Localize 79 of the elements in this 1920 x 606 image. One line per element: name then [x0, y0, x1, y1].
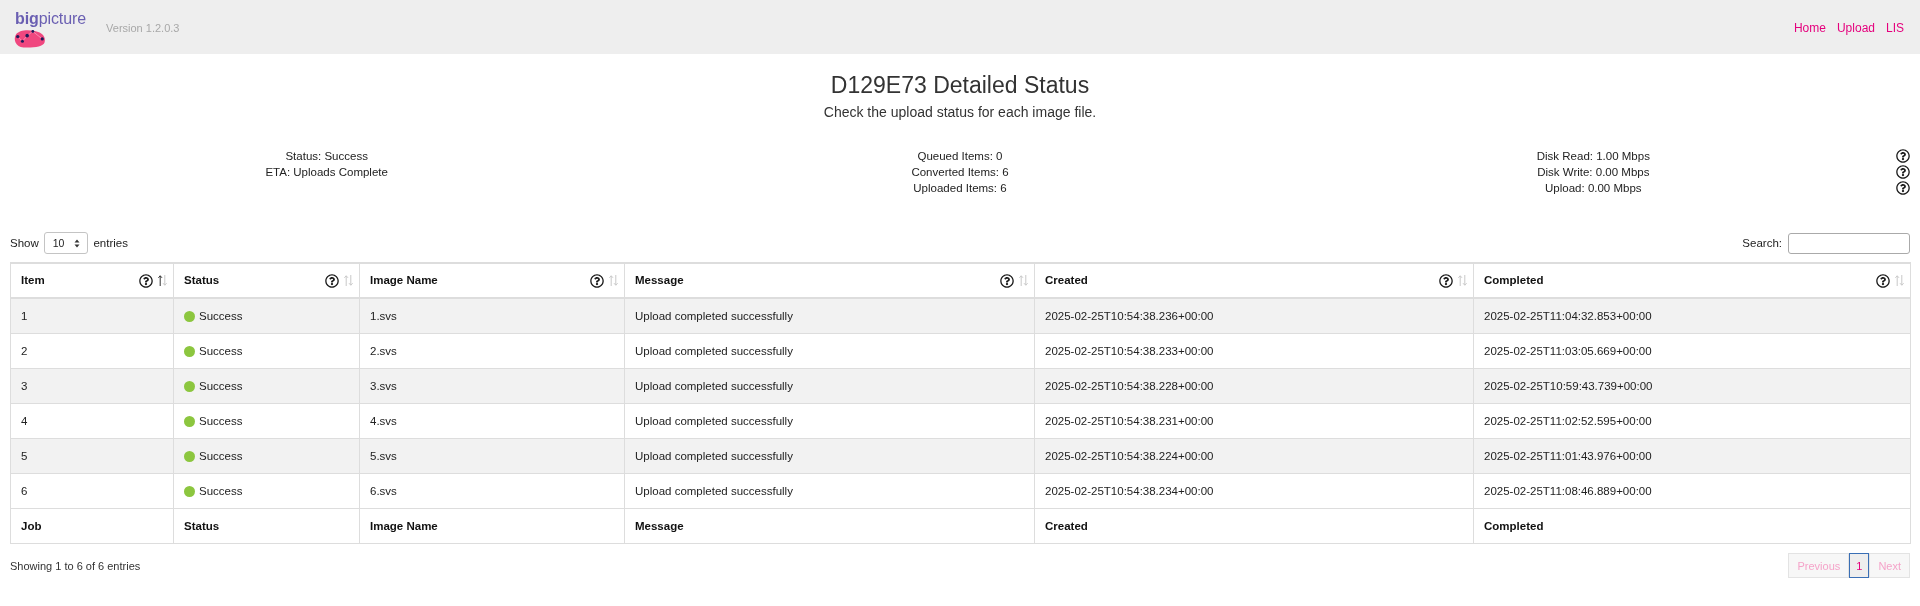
summary-text: Uploaded Items: 6: [913, 181, 1007, 196]
help-icon[interactable]: [139, 273, 153, 288]
status-label: Success: [199, 344, 243, 358]
summary-text: Upload: 0.00 Mbps: [1545, 181, 1642, 196]
help-icon[interactable]: [1000, 273, 1014, 288]
column-footer: Created: [1034, 508, 1474, 544]
column-header[interactable]: Status: [173, 263, 360, 298]
nav-link[interactable]: Home: [1793, 21, 1826, 35]
table-cell: 2025-02-25T10:54:38.233+00:00: [1034, 333, 1474, 369]
status-label: Success: [199, 379, 243, 393]
column-footer: Message: [624, 508, 1035, 544]
search-label: Search:: [1742, 237, 1782, 249]
table-cell: 5: [10, 438, 174, 474]
help-icon[interactable]: [590, 273, 604, 288]
table-cell: 2025-02-25T10:54:38.228+00:00: [1034, 368, 1474, 404]
column-header[interactable]: Message: [624, 263, 1035, 298]
summary-text: Disk Read: 1.00 Mbps: [1536, 149, 1650, 164]
nav-link[interactable]: LIS: [1886, 21, 1904, 35]
column-footer: Image Name: [359, 508, 625, 544]
status-dot-icon: [184, 310, 195, 322]
status-label: Success: [199, 449, 243, 463]
entries-label: entries: [93, 237, 128, 249]
table-cell: 5.svs: [359, 438, 625, 474]
entries-info: Showing 1 to 6 of 6 entries: [10, 559, 141, 572]
summary-text: Converted Items: 6: [911, 165, 1009, 180]
logo-icon: [13, 28, 47, 48]
entries-select[interactable]: 10: [43, 232, 89, 254]
column-footer: Status: [173, 508, 360, 544]
column-header[interactable]: Image Name: [359, 263, 625, 298]
updown-caret-icon: [74, 238, 81, 248]
status-dot-icon: [184, 345, 195, 357]
page-title: D129E73 Detailed Status: [829, 71, 1091, 100]
table-cell: 2.svs: [359, 333, 625, 369]
table-cell: Upload completed successfully: [624, 368, 1035, 404]
status-dot-icon: [184, 485, 195, 497]
summary-text: Disk Write: 0.00 Mbps: [1537, 165, 1650, 180]
column-footer: Completed: [1473, 508, 1911, 544]
table-cell: 4.svs: [359, 403, 625, 439]
help-icon[interactable]: [1439, 273, 1453, 288]
table-cell: 2025-02-25T11:02:52.595+00:00: [1473, 403, 1911, 439]
logo-text: bigpicture: [14, 9, 87, 27]
help-icon[interactable]: [1876, 273, 1890, 288]
table-cell: 2025-02-25T10:59:43.739+00:00: [1473, 368, 1911, 404]
table-cell: 2025-02-25T10:54:38.224+00:00: [1034, 438, 1474, 474]
sort-icon[interactable]: [158, 275, 167, 286]
table-cell: 1: [10, 298, 174, 334]
summary-text: Status: Success: [285, 149, 368, 164]
help-icon[interactable]: [1896, 149, 1910, 163]
nav-link[interactable]: Upload: [1836, 21, 1875, 35]
help-icon[interactable]: [1896, 165, 1910, 179]
status-dot-icon: [184, 415, 195, 427]
status-label: Success: [199, 414, 243, 428]
column-footer: Job: [10, 508, 174, 544]
table-cell: 3: [10, 368, 174, 404]
column-header[interactable]: Item: [10, 263, 174, 298]
page-subtitle: Check the upload status for each image file.: [822, 103, 1098, 122]
search-field[interactable]: [1788, 232, 1910, 254]
table-cell: 2025-02-25T11:03:05.669+00:00: [1473, 333, 1911, 369]
table-cell: Upload completed successfully: [624, 333, 1035, 369]
column-header[interactable]: Created: [1034, 263, 1474, 298]
status-label: Success: [199, 484, 243, 498]
page-button[interactable]: 1: [1849, 553, 1870, 578]
column-header[interactable]: Completed: [1473, 263, 1911, 298]
table-cell: 3.svs: [359, 368, 625, 404]
status-dot-icon: [184, 380, 195, 392]
summary-text: ETA: Uploads Complete: [265, 165, 388, 180]
show-label: Show: [10, 237, 39, 249]
table-cell: 2025-02-25T11:01:43.976+00:00: [1473, 438, 1911, 474]
table-cell: Upload completed successfully: [624, 438, 1035, 474]
table-cell: Upload completed successfully: [624, 403, 1035, 439]
table-cell: 2: [10, 333, 174, 369]
table-cell: 2025-02-25T10:54:38.231+00:00: [1034, 403, 1474, 439]
help-icon[interactable]: [1896, 181, 1910, 195]
status-label: Success: [199, 309, 243, 323]
version-label: Version 1.2.0.3: [106, 22, 180, 34]
help-icon[interactable]: [325, 273, 339, 288]
summary-text: Queued Items: 0: [917, 149, 1003, 164]
status-dot-icon: [184, 450, 195, 462]
table-cell: 4: [10, 403, 174, 439]
